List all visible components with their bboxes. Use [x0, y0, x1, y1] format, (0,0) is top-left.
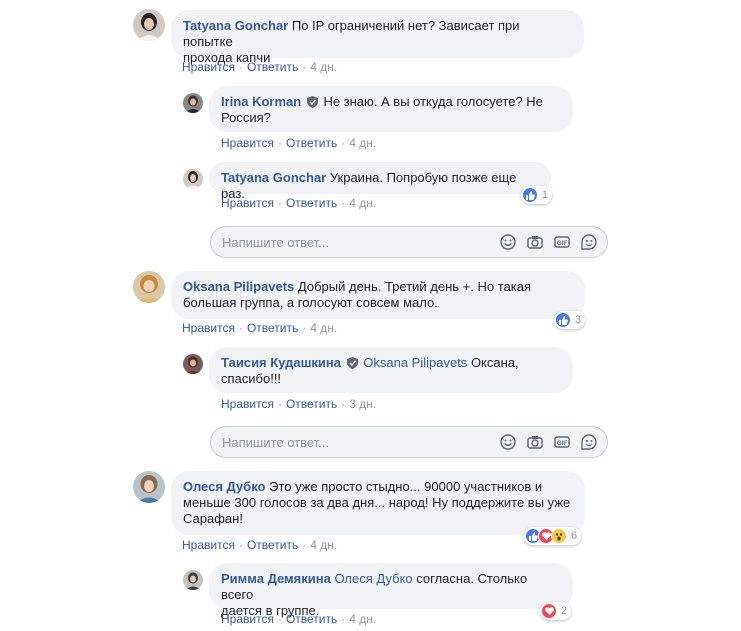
- avatar[interactable]: [183, 354, 203, 374]
- timestamp[interactable]: 3 дн.: [349, 397, 376, 411]
- like-reaction-icon: [555, 312, 571, 328]
- comment-text: Добрый день. Третий день +. Но такая: [297, 279, 532, 294]
- comment-text: меньше 300 голосов за два дня... народ! …: [183, 495, 571, 510]
- like-button[interactable]: Нравится: [221, 136, 274, 150]
- comment-actions: Нравится · Ответить · 4 дн.: [221, 612, 377, 626]
- reply-button[interactable]: Ответить: [286, 136, 337, 150]
- reactions-badge[interactable]: 3: [554, 311, 586, 329]
- reply-button[interactable]: Ответить: [286, 196, 337, 210]
- like-button[interactable]: Нравится: [221, 196, 274, 210]
- reaction-count: 6: [571, 530, 578, 542]
- reply-button[interactable]: Ответить: [286, 612, 337, 626]
- comment-text: Россия?: [221, 110, 271, 125]
- timestamp[interactable]: 4 дн.: [349, 196, 376, 210]
- timestamp[interactable]: 4 дн.: [349, 136, 376, 150]
- comment-author[interactable]: Римма Демякина: [221, 571, 331, 586]
- comment-text: Сарафан!: [183, 511, 243, 526]
- emoji-icon[interactable]: [500, 234, 516, 250]
- comment-text: спасибо!!!: [221, 371, 282, 386]
- avatar[interactable]: [133, 271, 165, 303]
- timestamp[interactable]: 4 дн.: [310, 321, 337, 335]
- comment-bubble: Irina Korman Не знаю. А вы откуда голосу…: [209, 86, 573, 132]
- comment-actions: Нравится · Ответить · 3 дн.: [221, 397, 377, 411]
- sticker-icon[interactable]: [581, 234, 597, 250]
- camera-icon[interactable]: [527, 434, 543, 450]
- reply-button[interactable]: Ответить: [286, 397, 337, 411]
- reply-button[interactable]: Ответить: [247, 60, 298, 74]
- comment-actions: Нравится · Ответить · 4 дн.: [182, 321, 338, 335]
- timestamp[interactable]: 4 дн.: [310, 60, 337, 74]
- like-button[interactable]: Нравится: [182, 60, 235, 74]
- reply-button[interactable]: Ответить: [247, 538, 298, 552]
- like-button[interactable]: Нравится: [221, 397, 274, 411]
- mention-link[interactable]: Oksana Pilipavets: [363, 355, 467, 370]
- svg-text:GIF: GIF: [557, 241, 567, 247]
- sticker-icon[interactable]: [581, 434, 597, 450]
- comment-author[interactable]: Tatyana Gonchar: [183, 18, 288, 33]
- comment-text: Не знаю. А вы откуда голосуете? Не: [323, 94, 543, 109]
- reactions-badge[interactable]: 6: [524, 527, 582, 545]
- avatar[interactable]: [133, 9, 165, 41]
- reactions-badge[interactable]: 1: [521, 186, 553, 204]
- comment-text: Оксана,: [470, 355, 519, 370]
- comment-actions: Нравится · Ответить · 4 дн.: [182, 538, 338, 552]
- comment-author[interactable]: Таисия Кудашкина: [221, 355, 341, 370]
- comment-bubble: Tatyana Gonchar Украина. Попробую позже …: [209, 162, 551, 201]
- reply-input-placeholder: Напишите ответ...: [222, 235, 330, 250]
- comment-text: Это уже просто стыдно... 90000 участнико…: [269, 479, 543, 494]
- reaction-count: 1: [542, 189, 549, 201]
- reply-input[interactable]: Напишите ответ... GIF: [210, 226, 608, 258]
- comment-bubble: Oksana Pilipavets Добрый день. Третий де…: [171, 271, 585, 319]
- reaction-count: 2: [561, 605, 568, 617]
- comment-author[interactable]: Oksana Pilipavets: [183, 279, 294, 294]
- love-reaction-icon: [541, 603, 557, 619]
- like-reaction-icon: [522, 187, 538, 203]
- comment-bubble: Олеся Дубко Это уже просто стыдно... 900…: [171, 471, 585, 535]
- comment-actions: Нравится · Ответить · 4 дн.: [221, 136, 377, 150]
- comment-actions: Нравится · Ответить · 4 дн.: [221, 196, 377, 210]
- timestamp[interactable]: 4 дн.: [349, 612, 376, 626]
- like-button[interactable]: Нравится: [221, 612, 274, 626]
- emoji-icon[interactable]: [500, 434, 516, 450]
- reactions-badge[interactable]: 2: [540, 602, 572, 620]
- comment-author[interactable]: Олеся Дубко: [183, 479, 265, 494]
- comment-text: большая группа, а голосуют совсем мало.: [183, 295, 438, 310]
- avatar[interactable]: [183, 169, 203, 189]
- mention-link[interactable]: Олеся Дубко: [334, 571, 412, 586]
- timestamp[interactable]: 4 дн.: [310, 538, 337, 552]
- like-button[interactable]: Нравится: [182, 538, 235, 552]
- avatar[interactable]: [133, 471, 165, 503]
- avatar[interactable]: [183, 570, 203, 590]
- gif-icon[interactable]: GIF: [554, 234, 570, 250]
- comment-bubble: Римма Демякина Олеся Дубко согласна. Сто…: [209, 563, 573, 618]
- shield-icon: [346, 357, 358, 369]
- comment-bubble: Tatyana Gonchar По IP ограничений нет? З…: [171, 10, 584, 65]
- reply-input[interactable]: Напишите ответ... GIF: [210, 426, 608, 458]
- like-button[interactable]: Нравится: [182, 321, 235, 335]
- gif-icon[interactable]: GIF: [554, 434, 570, 450]
- reaction-count: 3: [575, 314, 582, 326]
- comment-author[interactable]: Irina Korman: [221, 94, 301, 109]
- comment-actions: Нравится · Ответить · 4 дн.: [182, 60, 338, 74]
- camera-icon[interactable]: [527, 234, 543, 250]
- svg-text:GIF: GIF: [557, 441, 567, 447]
- shield-icon: [306, 96, 318, 108]
- comment-author[interactable]: Tatyana Gonchar: [221, 170, 326, 185]
- avatar[interactable]: [183, 93, 203, 113]
- reply-input-placeholder: Напишите ответ...: [222, 435, 330, 450]
- reply-button[interactable]: Ответить: [247, 321, 298, 335]
- comment-bubble: Таисия Кудашкина Oksana Pilipavets Оксан…: [209, 347, 573, 393]
- wow-reaction-icon: [551, 528, 567, 544]
